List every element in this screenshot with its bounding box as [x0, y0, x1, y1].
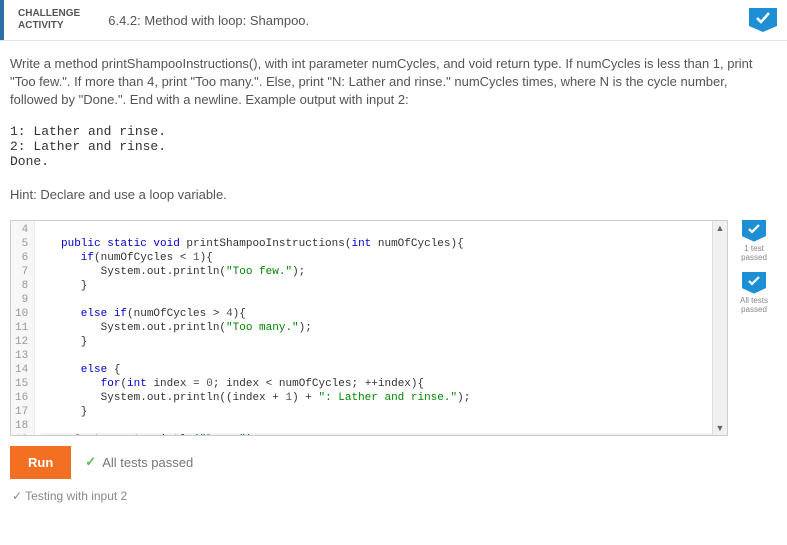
- run-button[interactable]: Run: [10, 446, 71, 479]
- test-status-panel: 1 test passed All tests passed: [740, 220, 768, 324]
- activity-title: 6.4.2: Method with loop: Shampoo.: [94, 5, 749, 36]
- header: CHALLENGE ACTIVITY 6.4.2: Method with lo…: [0, 0, 787, 41]
- checkmark-icon: ✓: [85, 454, 96, 470]
- challenge-badge: CHALLENGE ACTIVITY: [0, 0, 94, 40]
- example-output: 1: Lather and rinse. 2: Lather and rinse…: [10, 124, 777, 169]
- one-test-check-icon: [742, 220, 766, 242]
- instructions-text: Write a method printShampooInstructions(…: [10, 55, 777, 110]
- footer-partial-text: ✓ Testing with input 2: [10, 485, 777, 503]
- hint-text: Hint: Declare and use a loop variable.: [10, 187, 777, 202]
- line-gutter: 45678910111213141516171819202122232425: [11, 221, 35, 435]
- run-bar: Run ✓ All tests passed: [10, 436, 777, 485]
- code-editor[interactable]: 45678910111213141516171819202122232425 p…: [10, 220, 728, 436]
- badge-line1: CHALLENGE: [18, 8, 80, 20]
- pass-status: ✓ All tests passed: [85, 454, 193, 470]
- all-tests-passed: passed: [740, 305, 768, 314]
- editor-scrollbar[interactable]: ▲ ▼: [712, 221, 727, 435]
- badge-line2: ACTIVITY: [18, 20, 80, 32]
- scroll-down-icon[interactable]: ▼: [713, 421, 727, 435]
- code-area[interactable]: public static void printShampooInstructi…: [35, 221, 727, 435]
- all-tests-check-icon: [742, 272, 766, 294]
- scroll-up-icon[interactable]: ▲: [713, 221, 727, 235]
- completion-check-icon: [749, 8, 777, 32]
- one-test-passed: passed: [740, 253, 768, 262]
- all-tests-label: All tests: [740, 296, 768, 305]
- one-test-label: 1 test: [740, 244, 768, 253]
- pass-status-label: All tests passed: [102, 455, 193, 470]
